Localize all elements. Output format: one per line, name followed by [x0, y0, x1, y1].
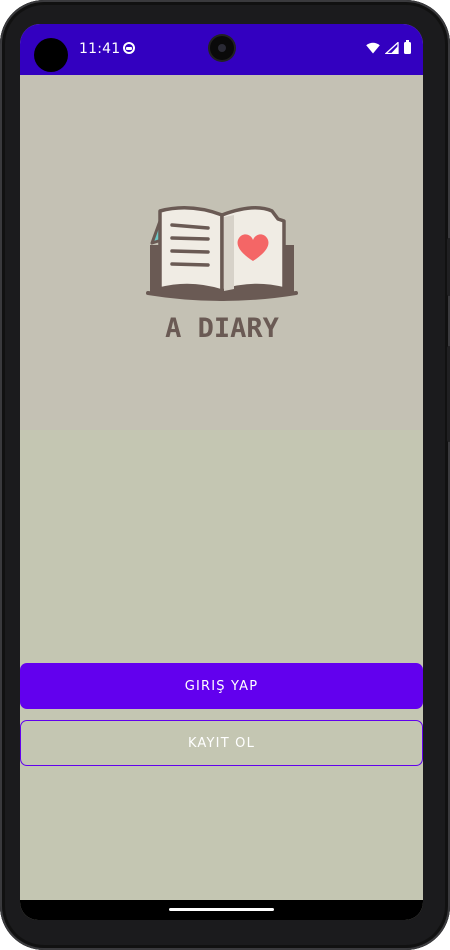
- app-screen: 11:41 A DIARY GIRIŞ YAP KAYIT OL: [20, 24, 423, 920]
- wifi-icon: [366, 42, 380, 54]
- status-bar: 11:41: [20, 24, 423, 75]
- navigation-bar: [20, 900, 423, 920]
- login-button[interactable]: GIRIŞ YAP: [20, 663, 423, 709]
- notification-icon: [123, 42, 135, 54]
- logo-text: A DIARY: [165, 313, 280, 344]
- app-logo: A DIARY: [138, 201, 306, 351]
- front-camera: [210, 36, 234, 60]
- signal-icon: [385, 42, 399, 54]
- status-time: 11:41: [79, 41, 121, 57]
- open-book-heart-icon: A DIARY: [146, 206, 298, 344]
- status-icons: [366, 40, 411, 56]
- battery-icon: [404, 40, 411, 54]
- home-indicator[interactable]: [169, 908, 274, 911]
- phone-frame: 11:41 A DIARY GIRIŞ YAP KAYIT OL: [0, 0, 450, 950]
- main-content: A DIARY GIRIŞ YAP KAYIT OL: [20, 75, 423, 900]
- profile-avatar: [34, 38, 68, 72]
- register-button[interactable]: KAYIT OL: [20, 720, 423, 766]
